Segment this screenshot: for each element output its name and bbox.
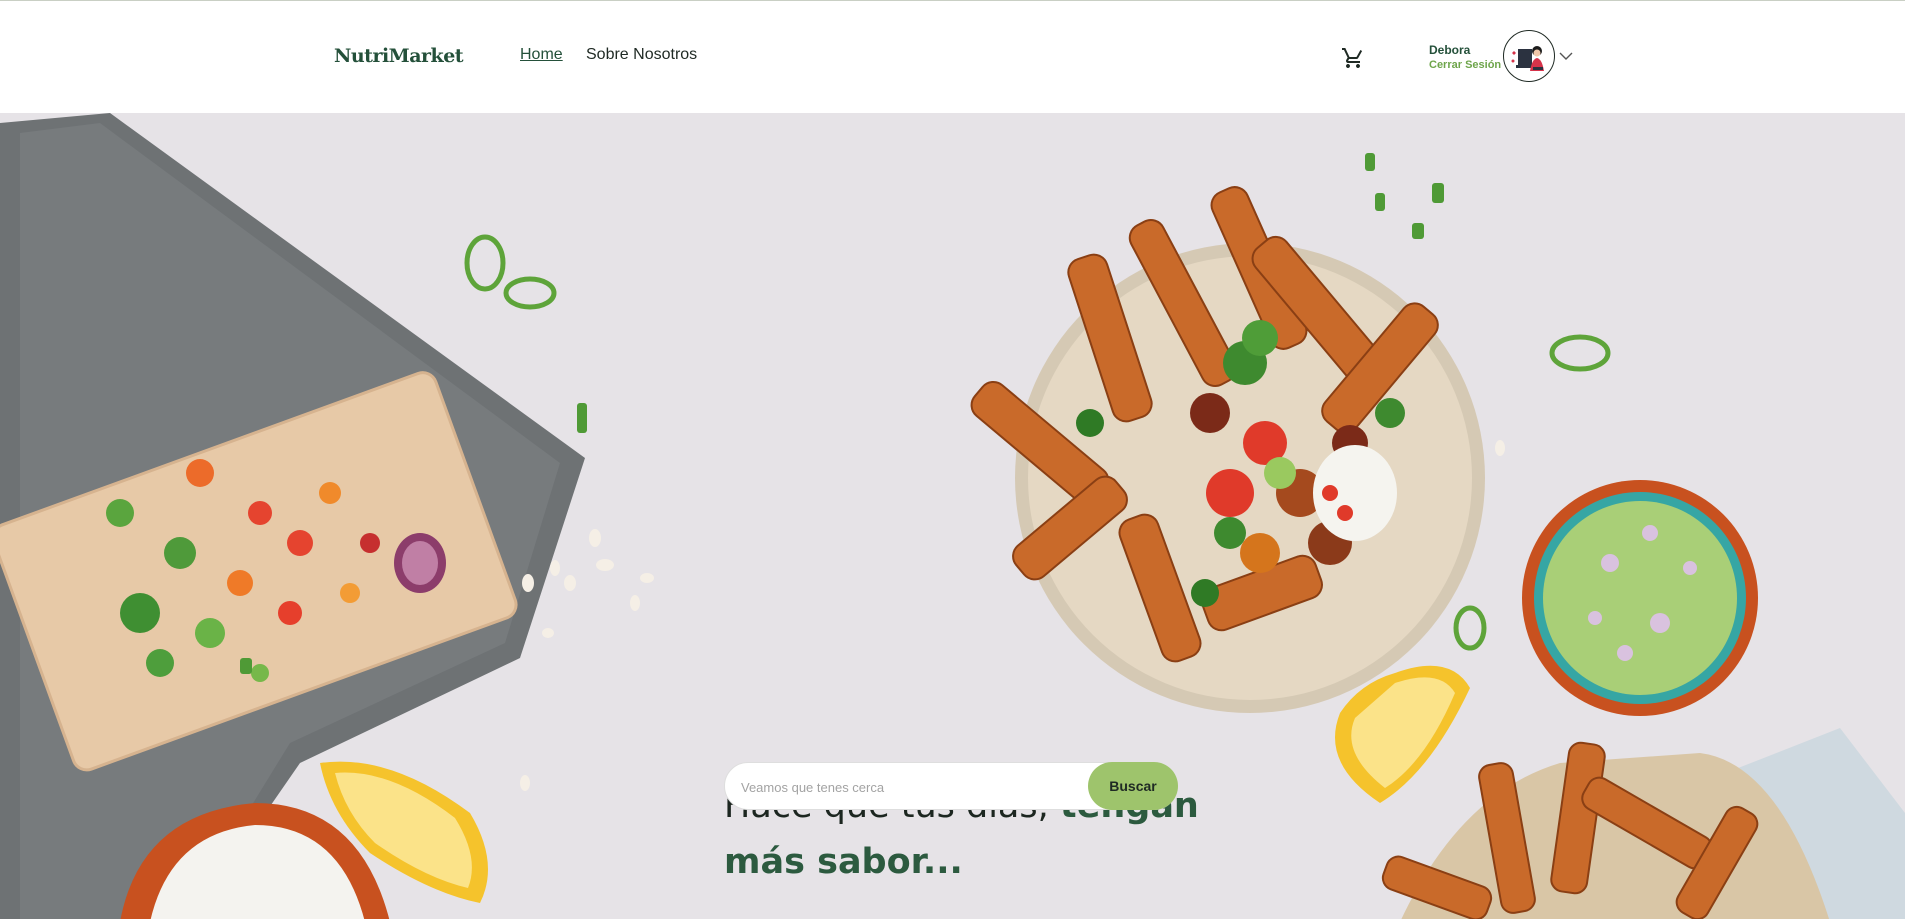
- search-input[interactable]: [739, 763, 1083, 811]
- user-name: Debora: [1429, 43, 1471, 57]
- top-navbar: NutriMarket Home Sobre Nosotros Debora C…: [0, 1, 1905, 113]
- nav-about-link[interactable]: Sobre Nosotros: [586, 46, 697, 64]
- cart-icon[interactable]: [1341, 46, 1365, 70]
- nav-home-link[interactable]: Home: [520, 46, 563, 64]
- search-button[interactable]: Buscar: [1088, 762, 1178, 810]
- avatar[interactable]: [1503, 30, 1555, 82]
- avatar-illustration: [1511, 46, 1544, 71]
- brand-logo[interactable]: NutriMarket: [334, 45, 464, 67]
- logout-link[interactable]: Cerrar Sesión: [1429, 59, 1501, 71]
- search-bar: Buscar: [724, 762, 1178, 811]
- chevron-down-icon[interactable]: [1559, 51, 1573, 61]
